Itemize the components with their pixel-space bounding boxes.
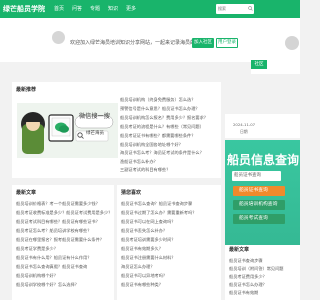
list-item[interactable]: 船员培训机构哪个好？ [16,273,112,279]
list-item[interactable]: 渔船证书怎么补办？ [120,159,218,165]
list-item[interactable]: 船员培训机构（终身免费服务）怎么选？ [120,97,218,103]
side-latest-title: 最新文章 [229,247,250,253]
weixin-account-name: 绿芒海员 [86,131,104,136]
nav-item-more[interactable]: 更多 [126,4,136,14]
popular-articles-title: 猜您喜欢 [121,190,142,196]
search-icon[interactable] [248,6,253,11]
list-item[interactable]: 船员证书怎么查询？船员证书查询步骤 [121,201,219,207]
list-item[interactable]: 船员证书怎么办理？ [229,282,297,288]
list-item[interactable]: 船员证书怎么查询真假？船员证书查询 [16,264,112,270]
date-label: 日期 [240,129,248,134]
date-text: 2024-11-07 [233,122,256,127]
list-item[interactable]: 船员培训机构怎么报名？费用多少？报名要求？ [120,115,218,121]
list-item[interactable]: 船员考证怎么考？船员培训学校有哪些？ [16,228,112,234]
list-item[interactable]: 船员证考试科目有哪些？船员证有哪些证书？ [16,219,112,225]
user-avatar[interactable] [285,36,299,50]
welcome-text: 欢迎加入绿芒海员培训知识分享网站，一起来记录海员的成长！ [70,40,211,46]
list-item[interactable]: 船员培训价格表？考一个船员证需要多少钱？ [16,201,112,207]
latest-articles-title: 最新文章 [16,190,37,196]
list-item[interactable]: 船员证书有效期 [229,290,297,296]
list-item[interactable]: 船员考证培训需要多少时间？ [121,237,219,243]
list-item[interactable]: 船员证书有什么用？船员证有什么作用？ [16,255,112,261]
list-item[interactable]: 船员证书可以异地考吗？ [121,273,219,279]
list-item[interactable]: 船员证书过期了怎么办？需要重新考吗？ [121,210,219,216]
list-item[interactable]: 海员证书怎么考？海员证考试的条件是什么？ [120,150,218,156]
query-button-institution[interactable]: 船员培训机构查询 [233,200,285,210]
list-item[interactable]: 船员考证的流程是什么？有哪些（常见问题） [120,124,218,130]
list-item[interactable]: 船员证书注册需要什么材料？ [121,255,219,261]
list-item[interactable]: 船员考证费用多少？ [229,274,297,280]
recommend-title: 最新推荐 [16,87,37,93]
list-item[interactable]: 船员培训学校哪个好？怎么选择？ [16,282,112,288]
query-button-exam[interactable]: 船员考试查询 [233,214,285,224]
login-button[interactable]: 用户登录 [216,38,238,48]
list-item[interactable]: 船员证书有哪些种类？ [121,282,219,288]
join-button[interactable]: 加入社区 [192,38,214,48]
list-item[interactable]: 船员培训机构全国各地址哪个好？ [120,142,218,148]
list-item[interactable]: 船员证在哪里报名？报考船员证需要什么条件？ [16,237,112,243]
list-item[interactable]: 船员证书有效期多久？ [121,246,219,252]
community-button[interactable]: 社区 [251,60,267,69]
list-item[interactable]: 船员培训（附问答）常见问题 [229,266,297,272]
list-item[interactable]: 三副证考试的科目有哪些？ [120,167,218,173]
site-logo[interactable]: 绿芒船员学院 [3,3,45,15]
list-item[interactable]: 船员考证学费是多少？ [16,246,112,252]
top-navigation [0,0,300,18]
nav-item-qa[interactable]: 问答 [72,4,82,14]
nav-item-topics[interactable]: 专题 [90,4,100,14]
nav-item-home[interactable]: 首页 [54,4,64,14]
avatar [52,31,65,44]
list-item[interactable]: 海员证怎么办理？ [121,264,219,270]
list-item[interactable]: 船员考证证书有哪些？都需要哪些条件？ [120,133,218,139]
list-item[interactable]: 船员证书可以在网上查询吗？ [121,219,219,225]
query-select[interactable]: 船员证书查询 [232,171,281,181]
query-button-certificate[interactable]: 船员证书查询 [233,186,285,196]
list-item[interactable]: 船员证书查询步骤 [229,258,297,264]
weixin-search-text: 微信搜一搜 [79,113,110,120]
list-item[interactable]: 船员证书丢失怎么补办？ [121,228,219,234]
list-item[interactable]: 船员考证收费标准是多少？船员证考试费用是多少？ [16,210,112,216]
nav-item-knowledge[interactable]: 知识 [108,4,118,14]
banner-heading: 船员信息查询 [227,153,300,167]
list-item[interactable]: 预警信号是什么意思？船员证书怎么办理？ [120,106,218,112]
